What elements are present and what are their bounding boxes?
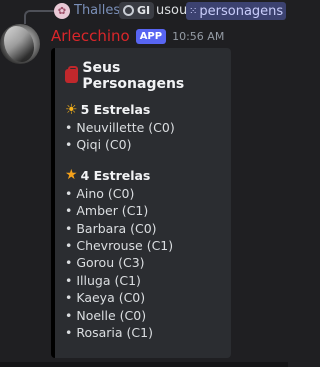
- embed-title-text: Seus Personagens: [82, 60, 185, 92]
- app-badge: APP: [135, 28, 167, 44]
- bottom-bar: [0, 362, 288, 367]
- sun-icon: ☀: [65, 101, 78, 118]
- avatar-hair: [4, 26, 34, 62]
- command-app-chip[interactable]: GI: [119, 2, 155, 19]
- section-title-text: 5 Estrelas: [80, 102, 151, 117]
- list-item: • Illuga (C1): [65, 272, 141, 288]
- list-item: • Aino (C0): [65, 185, 135, 201]
- section-title-text: 4 Estrelas: [80, 167, 151, 183]
- list-item: • Noelle (C0): [65, 307, 147, 323]
- star-icon: ★: [65, 167, 78, 184]
- author-avatar[interactable]: [0, 24, 40, 64]
- list-item: • Neuvillette (C0): [65, 120, 175, 135]
- list-item: • Amber (C1): [65, 203, 149, 219]
- list-item: • Qiqi (C0): [65, 137, 132, 153]
- command-app-label: GI: [137, 4, 151, 17]
- reply-reference[interactable]: ✿ Thalles GI usou ⁙ personagens: [0, 0, 288, 24]
- list-item: • Rosaria (C1): [65, 325, 153, 341]
- reply-spine: [24, 10, 54, 24]
- list-item: • Kaeya (C0): [65, 290, 146, 306]
- reply-verb: usou: [156, 3, 188, 18]
- list-item: • Chevrouse (C1): [65, 238, 174, 254]
- section-title: ☀ 5 Estrelas: [65, 102, 221, 117]
- embed-card: Seus Personagens ☀ 5 Estrelas • Neuville…: [51, 48, 231, 358]
- slash-command-label: personagens: [199, 3, 284, 19]
- command-grid-icon: ⁙: [189, 5, 198, 17]
- reply-user-name[interactable]: Thalles: [74, 3, 120, 19]
- author-name[interactable]: Arlecchino: [51, 27, 130, 45]
- message-timestamp[interactable]: 10:56 AM: [172, 30, 224, 43]
- slash-command-mention[interactable]: ⁙ personagens: [186, 2, 287, 20]
- embed-title: Seus Personagens: [65, 60, 221, 92]
- backpack-icon: [65, 66, 79, 83]
- list-item: • Gorou (C3): [65, 255, 145, 271]
- reply-avatar[interactable]: ✿: [54, 3, 70, 19]
- list-item: • Barbara (C0): [65, 220, 157, 236]
- section-4-stars: ★ 4 Estrelas • Aino (C0) • Amber (C1) • …: [65, 168, 221, 342]
- app-icon: [123, 5, 134, 16]
- section-5-stars: ☀ 5 Estrelas • Neuvillette (C0) • Qiqi (…: [65, 102, 221, 154]
- message-header: Arlecchino APP 10:56 AM: [51, 26, 224, 46]
- section-title: ★ 4 Estrelas: [65, 168, 221, 183]
